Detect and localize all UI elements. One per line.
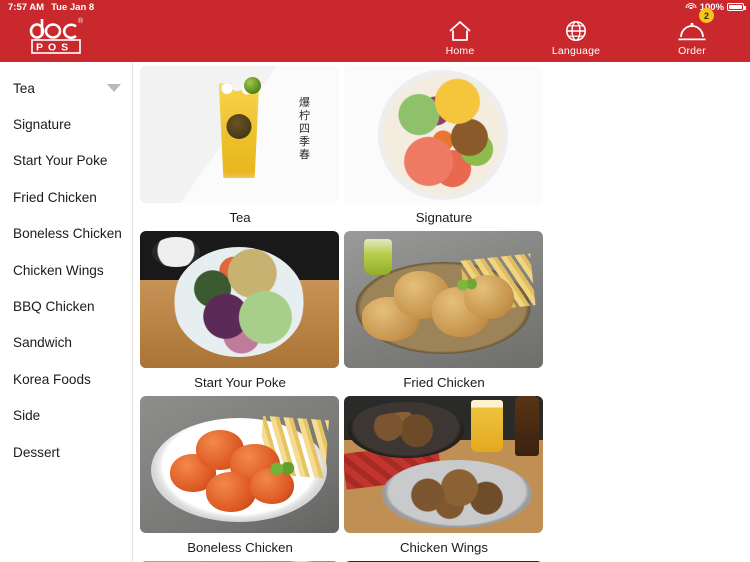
category-grid-panel[interactable]: 爆柠四季春 Tea Signature Start Your Poke Frie… <box>134 62 750 562</box>
status-date: Tue Jan 8 <box>51 1 95 13</box>
nav-home-button[interactable]: Home <box>424 11 496 57</box>
signature-photo <box>343 66 543 203</box>
sidebar-item-label: Sandwich <box>13 335 72 351</box>
status-time: 7:57 AM <box>8 1 45 13</box>
nav-home-label: Home <box>445 45 475 57</box>
category-thumbnail <box>343 396 543 533</box>
pos-kiosk-screen: 7:57 AM Tue Jan 8 100% ® POS Home Langua… <box>0 0 750 562</box>
category-tile-signature[interactable]: Signature <box>343 66 545 231</box>
category-tile-caption: Start Your Poke <box>194 374 286 390</box>
order-count-badge: 2 <box>699 8 714 23</box>
sidebar-item-dessert[interactable]: Dessert <box>0 434 132 470</box>
nav-order-label: Order <box>678 45 706 57</box>
sidebar-item-label: Dessert <box>13 444 60 460</box>
nav-language-button[interactable]: Language <box>540 11 612 57</box>
sidebar-item-sandwich[interactable]: Sandwich <box>0 325 132 361</box>
svg-text:®: ® <box>78 17 84 25</box>
home-icon <box>447 17 473 43</box>
sidebar-item-korea-foods[interactable]: Korea Foods <box>0 361 132 397</box>
sidebar-item-fried-chicken[interactable]: Fried Chicken <box>0 179 132 215</box>
brand-logo: ® POS <box>26 14 96 58</box>
chevron-down-icon[interactable] <box>107 84 121 93</box>
status-bar-left: 7:57 AM Tue Jan 8 <box>8 2 94 13</box>
category-tile-fried-chicken[interactable]: Fried Chicken <box>343 231 545 396</box>
category-tile-caption: Fried Chicken <box>403 374 485 390</box>
sidebar-item-label: Tea <box>13 80 35 96</box>
category-tile-caption: Boneless Chicken <box>187 539 293 555</box>
sidebar-item-signature[interactable]: Signature <box>0 106 132 142</box>
sidebar-item-label: Side <box>13 408 41 424</box>
category-thumbnail: 爆柠四季春 <box>139 66 339 203</box>
category-tile-tea[interactable]: 爆柠四季春 Tea <box>139 66 341 231</box>
battery-full-icon <box>727 3 746 11</box>
sidebar-item-label: Start Your Poke <box>13 153 108 169</box>
chicken-wings-photo <box>343 396 543 533</box>
category-tile-caption: Signature <box>415 209 473 225</box>
fried-chicken-photo <box>343 231 543 368</box>
sidebar-item-boneless-chicken[interactable]: Boneless Chicken <box>0 216 132 252</box>
category-tile-start-your-poke[interactable]: Start Your Poke <box>139 231 341 396</box>
sidebar-item-bbq-chicken[interactable]: BBQ Chicken <box>0 288 132 324</box>
sidebar-item-label: Signature <box>13 117 72 133</box>
app-header: ® POS Home Language Order 2 <box>0 8 750 62</box>
sidebar-item-label: Korea Foods <box>13 371 91 387</box>
category-tile-chicken-wings[interactable]: Chicken Wings <box>343 396 545 561</box>
header-nav: Home Language Order 2 <box>424 8 728 57</box>
sidebar-item-start-your-poke[interactable]: Start Your Poke <box>0 143 132 179</box>
category-tile-boneless-chicken[interactable]: Boneless Chicken <box>139 396 341 561</box>
start-your-poke-photo <box>139 231 339 368</box>
category-thumbnail <box>343 66 543 203</box>
svg-text:POS: POS <box>36 42 73 54</box>
tea-chinese-text: 爆柠四季春 <box>299 96 310 161</box>
category-tile-caption: Tea <box>229 209 251 225</box>
category-sidebar[interactable]: Tea Signature Start Your Poke Fried Chic… <box>0 62 133 562</box>
category-tile-caption: Chicken Wings <box>400 539 488 555</box>
sidebar-item-chicken-wings[interactable]: Chicken Wings <box>0 252 132 288</box>
tea-photo: 爆柠四季春 <box>139 66 339 203</box>
sidebar-item-label: BBQ Chicken <box>13 299 95 315</box>
sidebar-item-label: Fried Chicken <box>13 189 97 205</box>
category-thumbnail <box>343 231 543 368</box>
category-grid: 爆柠四季春 Tea Signature Start Your Poke Frie… <box>138 66 746 562</box>
nav-order-button[interactable]: Order 2 <box>656 8 728 57</box>
sidebar-item-label: Chicken Wings <box>13 262 104 278</box>
category-thumbnail <box>139 231 339 368</box>
sidebar-item-label: Boneless Chicken <box>13 226 122 242</box>
nav-language-label: Language <box>551 45 601 57</box>
category-thumbnail <box>139 396 339 533</box>
globe-icon <box>563 17 589 43</box>
sidebar-item-side[interactable]: Side <box>0 398 132 434</box>
boneless-chicken-photo <box>139 396 339 533</box>
sidebar-item-tea[interactable]: Tea <box>0 70 132 106</box>
